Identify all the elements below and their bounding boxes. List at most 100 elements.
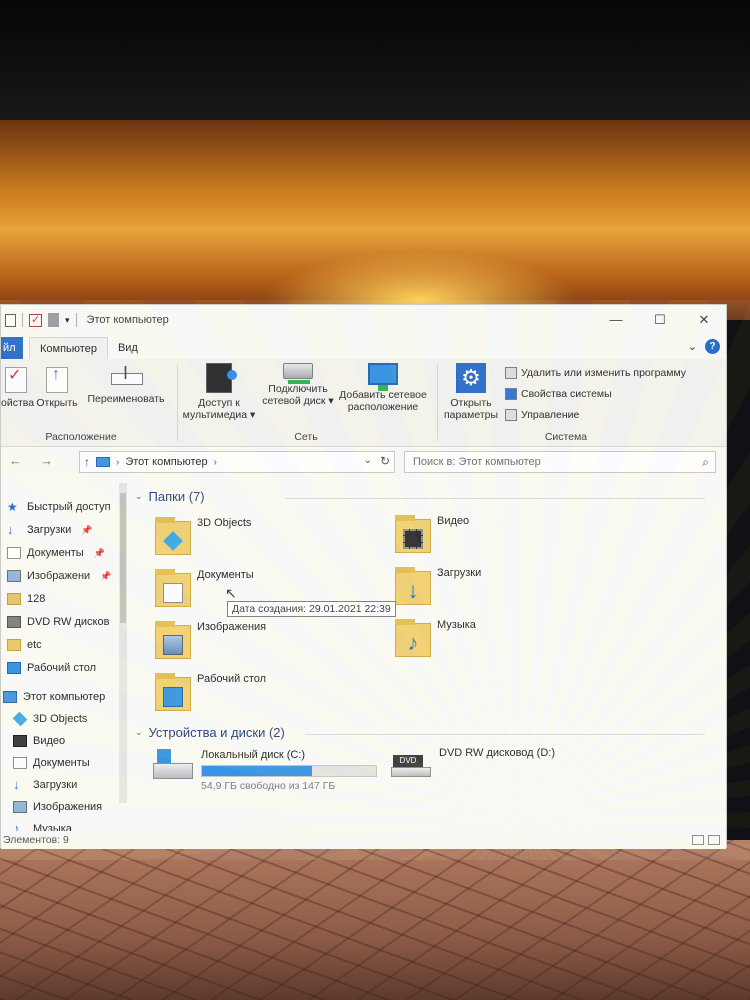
folder-icon	[155, 673, 191, 713]
nav-item-pictures[interactable]: Изображени 📌	[7, 570, 111, 582]
folder-icon	[7, 639, 21, 651]
rename-button[interactable]: Переименовать	[83, 367, 169, 405]
nav-item-etc[interactable]: etc	[7, 639, 42, 651]
breadcrumb-this-pc[interactable]: Этот компьютер	[125, 456, 207, 468]
nav-pc-item-video[interactable]: Видео	[13, 735, 65, 747]
open-label: Открыть	[36, 397, 78, 409]
nav-pc-item-downloads[interactable]: ↓ Загрузки	[13, 778, 77, 791]
nav-quick-access-label: Быстрый доступ	[27, 501, 111, 513]
nav-scrollbar[interactable]	[119, 483, 127, 803]
network-location-icon	[368, 363, 398, 391]
map-drive-label-line1: Подключить	[268, 383, 328, 395]
document-icon	[163, 583, 183, 603]
breadcrumb-separator-icon[interactable]: ›	[214, 457, 217, 468]
folder-item-downloads[interactable]: ↓ Загрузки	[395, 567, 481, 607]
details-view-icon[interactable]	[692, 835, 704, 845]
address-bar[interactable]: ↑ › Этот компьютер › ⌄ ↻	[79, 451, 395, 473]
close-button[interactable]: ✕	[682, 305, 726, 335]
nav-pc-item-pictures[interactable]: Изображения	[13, 801, 102, 813]
nav-item-label: Документы	[33, 757, 90, 769]
nav-this-pc[interactable]: Этот компьютер	[3, 691, 105, 703]
ribbon-divider	[177, 365, 178, 441]
nav-item-downloads[interactable]: ↓ Загрузки 📌	[7, 523, 93, 536]
folder-item-video[interactable]: Видео	[395, 515, 469, 555]
ribbon-collapse-icon[interactable]: ⌄	[688, 340, 697, 353]
properties-quick-icon[interactable]	[29, 313, 42, 327]
breadcrumb-separator-icon[interactable]: ›	[116, 457, 119, 468]
pin-icon[interactable]: 📌	[100, 571, 111, 582]
help-icon[interactable]: ?	[705, 339, 720, 354]
folder-name: 3D Objects	[197, 517, 252, 529]
search-input[interactable]: Поиск в: Этот компьютер ⌕	[404, 451, 716, 473]
folders-header-label: Папки (7)	[148, 489, 205, 504]
app-icon	[5, 313, 16, 327]
customize-dropdown-icon[interactable]: ▾	[65, 315, 70, 326]
search-placeholder: Поиск в: Этот компьютер	[413, 456, 541, 468]
open-settings-button[interactable]: ⚙ Открыть параметры	[441, 363, 501, 421]
folders-section-header[interactable]: ⌄ Папки (7)	[135, 489, 723, 504]
folder-item-pictures[interactable]: Изображения	[155, 621, 266, 661]
large-icons-view-icon[interactable]	[708, 835, 720, 845]
document-icon	[7, 547, 21, 559]
media-access-button[interactable]: Доступ к мультимедиа ▾	[179, 363, 259, 421]
nav-scroll-thumb[interactable]	[120, 493, 126, 623]
video-icon	[13, 735, 27, 747]
computer-icon	[96, 457, 110, 467]
nav-item-folder-128[interactable]: 128	[7, 593, 45, 605]
uninstall-button[interactable]: Удалить или изменить программу	[505, 367, 686, 379]
nav-item-label: Рабочий стол	[27, 662, 97, 674]
nav-buttons: ← →	[9, 453, 53, 468]
devices-section-header[interactable]: ⌄ Устройства и диски (2)	[135, 725, 723, 740]
settings-label-line2: параметры	[443, 409, 499, 421]
nav-pc-item-3d[interactable]: 3D Objects	[12, 711, 87, 727]
open-button[interactable]: Открыть	[33, 367, 81, 409]
nav-item-label: 128	[27, 593, 46, 605]
properties-button[interactable]: ойства	[1, 367, 34, 409]
media-label-line2: мультимедиа ▾	[182, 409, 256, 421]
film-icon	[403, 529, 423, 549]
folder-name: Изображения	[197, 621, 267, 633]
folder-item-3d-objects[interactable]: 3D Objects	[155, 517, 251, 557]
system-properties-button[interactable]: Свойства системы	[505, 388, 612, 400]
manage-button[interactable]: Управление	[505, 409, 579, 421]
dvd-badge: DVD	[393, 755, 423, 767]
maximize-button[interactable]: ☐	[638, 305, 682, 335]
tab-computer[interactable]: Компьютер	[29, 337, 108, 359]
new-folder-quick-icon[interactable]	[48, 313, 59, 327]
pin-icon[interactable]: 📌	[94, 548, 105, 559]
folder-item-desktop[interactable]: Рабочий стол	[155, 673, 266, 713]
minimize-button[interactable]: —	[594, 305, 638, 335]
nav-pc-item-documents[interactable]: Документы	[13, 757, 90, 769]
tab-view[interactable]: Вид	[108, 337, 148, 359]
collapse-chevron-icon[interactable]: ⌄	[135, 491, 143, 502]
refresh-icon[interactable]: ↻	[380, 454, 390, 468]
history-dropdown-icon[interactable]: ⌄	[364, 455, 372, 466]
pin-icon[interactable]: 📌	[81, 525, 92, 536]
search-icon[interactable]: ⌕	[702, 452, 709, 472]
collapse-chevron-icon[interactable]: ⌄	[135, 727, 143, 738]
up-arrow-icon[interactable]: ↑	[84, 455, 90, 469]
network-drive-icon	[283, 363, 313, 384]
tooltip: Дата создания: 29.01.2021 22:39	[227, 601, 396, 617]
hard-drive-icon	[153, 749, 193, 783]
tab-file[interactable]: йл	[1, 337, 23, 359]
back-arrow-icon[interactable]: ←	[9, 453, 22, 468]
nav-quick-access[interactable]: ★ Быстрый доступ	[7, 501, 111, 513]
folder-item-music[interactable]: ♪ Музыка	[395, 619, 476, 659]
add-network-location-button[interactable]: Добавить сетевое расположение	[335, 363, 431, 413]
nav-pc-item-music[interactable]: ♪ Музыка	[13, 822, 72, 831]
nav-item-dvd[interactable]: DVD RW дисков	[7, 616, 109, 628]
nav-item-documents[interactable]: Документы 📌	[7, 547, 105, 559]
map-drive-button[interactable]: Подключить сетевой диск ▾	[259, 363, 337, 407]
gear-icon: ⚙	[456, 363, 486, 393]
devices-header-label: Устройства и диски (2)	[148, 725, 285, 740]
nav-item-desktop[interactable]: Рабочий стол	[7, 662, 96, 674]
forward-arrow-icon[interactable]: →	[40, 453, 53, 468]
folder-name: Видео	[437, 515, 470, 527]
media-label-line1: Доступ к	[198, 397, 240, 409]
drive-item-dvd-d[interactable]: DVD DVD RW дисковод (D:)	[391, 747, 555, 781]
desktop-icon	[163, 687, 183, 707]
drive-item-local-c[interactable]: Локальный диск (C:) 54,9 ГБ свободно из …	[153, 749, 377, 792]
cube-icon	[12, 711, 28, 727]
quick-access-toolbar: ▾	[1, 313, 77, 327]
